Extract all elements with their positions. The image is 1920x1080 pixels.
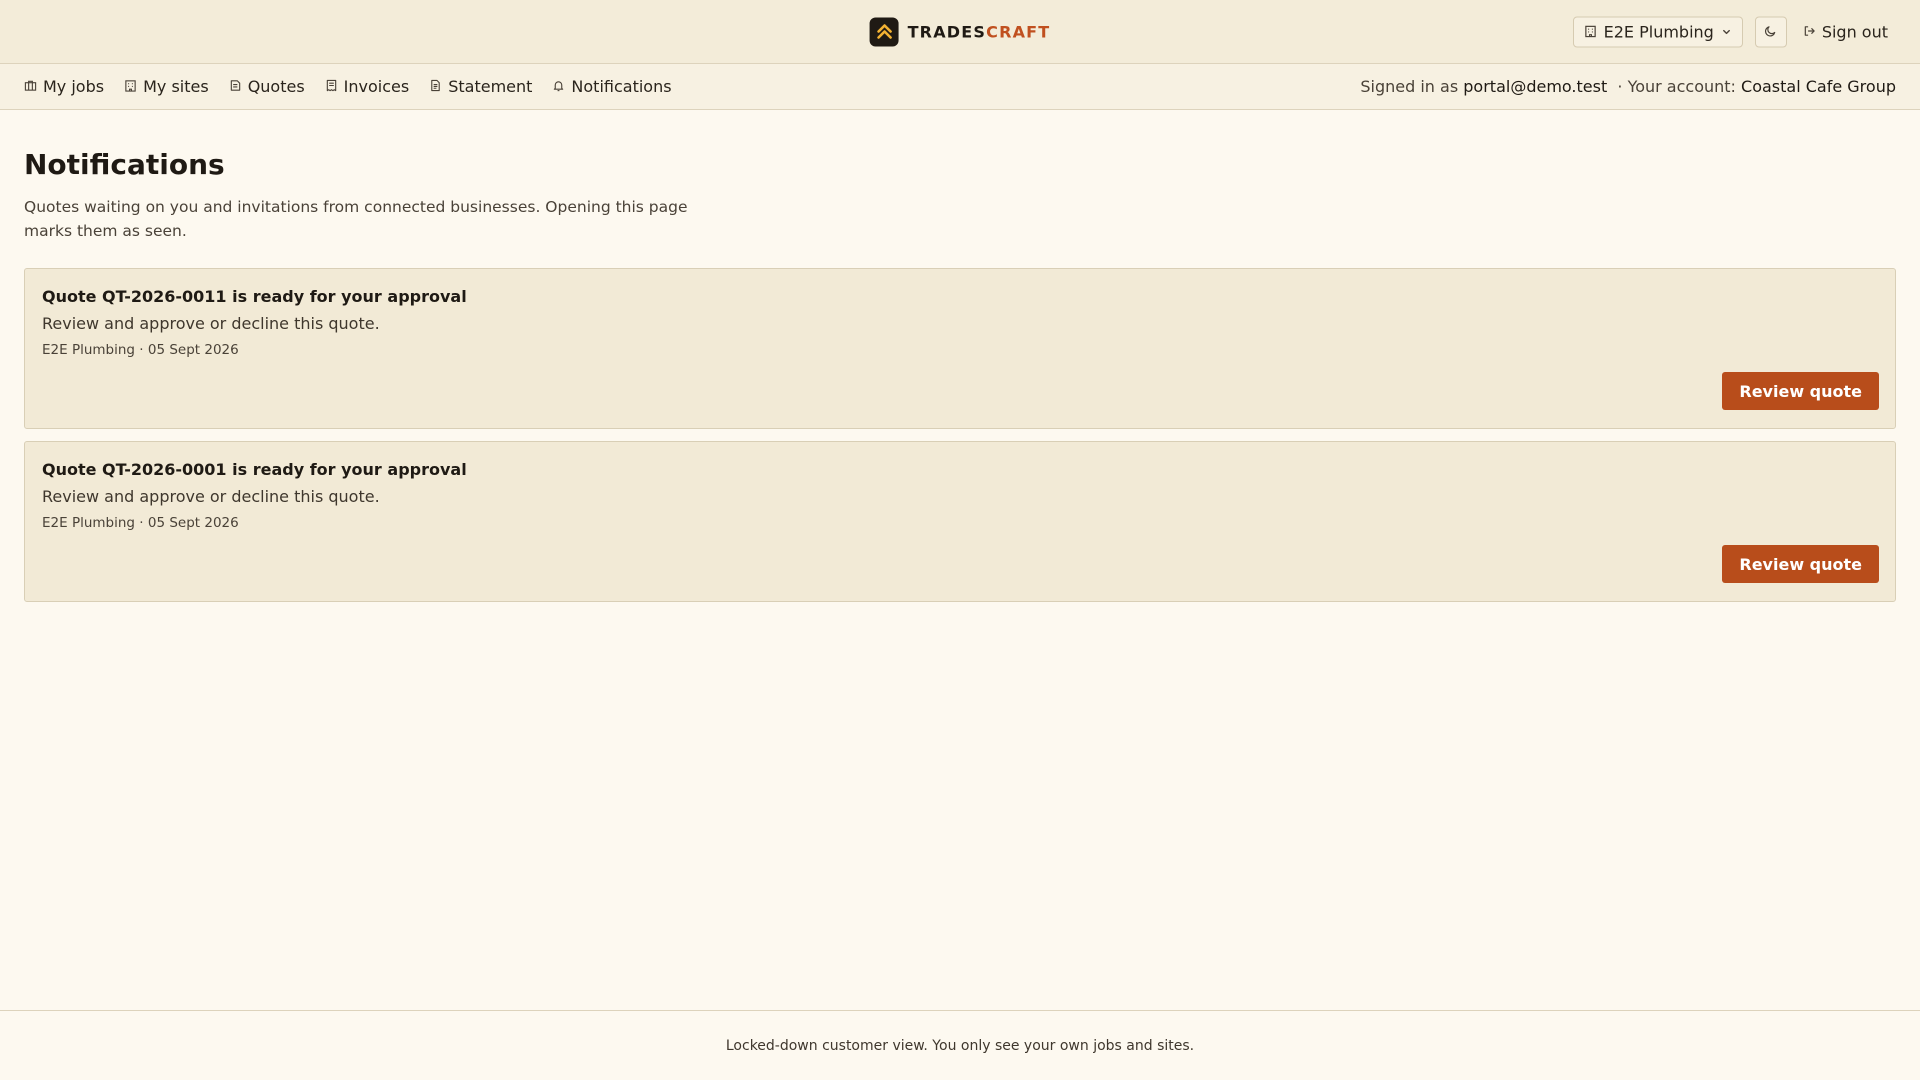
org-selector[interactable]: E2E Plumbing: [1572, 16, 1743, 47]
notification-body: Review and approve or decline this quote…: [42, 487, 380, 506]
nav-item-label: Notifications: [571, 77, 672, 96]
page: TRADESCRAFT E2E Plumbing Sign out My job…: [0, 0, 1920, 1080]
brand-name: TRADESCRAFT: [908, 22, 1051, 41]
notification-meta: E2E Plumbing · 05 Sept 2026: [42, 515, 239, 531]
nav-item-notifications[interactable]: Notifications: [552, 77, 672, 96]
nav-item-label: Statement: [448, 77, 533, 96]
briefcase-icon: [24, 77, 37, 96]
nav-item-quotes[interactable]: Quotes: [229, 77, 305, 96]
review-quote-button[interactable]: Review quote: [1722, 372, 1879, 410]
review-quote-button[interactable]: Review quote: [1722, 545, 1879, 583]
chevron-down-icon: [1721, 22, 1732, 41]
top-bar: TRADESCRAFT E2E Plumbing Sign out: [0, 0, 1920, 64]
sign-out-label: Sign out: [1821, 22, 1888, 41]
account-prefix: · Your account:: [1617, 77, 1736, 96]
page-description: Quotes waiting on you and invitations fr…: [24, 198, 688, 240]
footer: Locked-down customer view. You only see …: [0, 1010, 1920, 1080]
nav-item-statement[interactable]: Statement: [429, 77, 532, 96]
nav-item-invoices[interactable]: Invoices: [325, 77, 410, 96]
nav-bar: My jobs My sites Quotes Invoices Stateme…: [0, 64, 1920, 110]
receipt-icon: [325, 77, 338, 96]
main-content: Notifications Quotes waiting on you and …: [0, 110, 1920, 1010]
notification-body: Review and approve or decline this quote…: [42, 314, 380, 333]
chevron-up-logo-icon: [869, 17, 899, 46]
nav-item-label: Quotes: [247, 77, 305, 96]
signed-in-prefix: Signed in as: [1360, 77, 1459, 96]
theme-toggle-button[interactable]: [1754, 16, 1787, 47]
building-icon: [124, 77, 137, 96]
notification-title: Quote QT-2026-0011 is ready for your app…: [42, 287, 467, 306]
building-icon: [1584, 22, 1597, 41]
quote-icon: [229, 77, 242, 96]
nav-links: My jobs My sites Quotes Invoices Stateme…: [24, 77, 672, 96]
notification-card: Quote QT-2026-0001 is ready for your app…: [24, 441, 1896, 602]
nav-item-label: My sites: [143, 77, 209, 96]
nav-item-label: My jobs: [43, 77, 105, 96]
page-title: Notifications: [24, 148, 225, 181]
nav-item-my-sites[interactable]: My sites: [124, 77, 209, 96]
nav-item-label: Invoices: [343, 77, 410, 96]
footer-text: Locked-down customer view. You only see …: [725, 1037, 1195, 1054]
notification-meta: E2E Plumbing · 05 Sept 2026: [42, 342, 239, 358]
account-info: Signed in as portal@demo.test · Your acc…: [1360, 77, 1896, 96]
document-icon: [429, 77, 442, 96]
nav-item-my-jobs[interactable]: My jobs: [24, 77, 104, 96]
signed-in-email: portal@demo.test: [1463, 77, 1608, 96]
notification-title: Quote QT-2026-0001 is ready for your app…: [42, 460, 467, 479]
sign-out-button[interactable]: Sign out: [1799, 22, 1892, 41]
brand-name-part2: CRAFT: [986, 22, 1051, 41]
brand-logo[interactable]: TRADESCRAFT: [869, 17, 1051, 46]
org-selector-label: E2E Plumbing: [1603, 22, 1714, 41]
account-name: Coastal Cafe Group: [1741, 77, 1896, 96]
moon-icon: [1764, 22, 1777, 41]
sign-out-icon: [1803, 22, 1816, 41]
notification-card: Quote QT-2026-0011 is ready for your app…: [24, 268, 1896, 429]
brand-name-part1: TRADES: [907, 22, 987, 41]
bell-icon: [552, 77, 565, 96]
topbar-actions: E2E Plumbing Sign out: [1572, 16, 1892, 47]
